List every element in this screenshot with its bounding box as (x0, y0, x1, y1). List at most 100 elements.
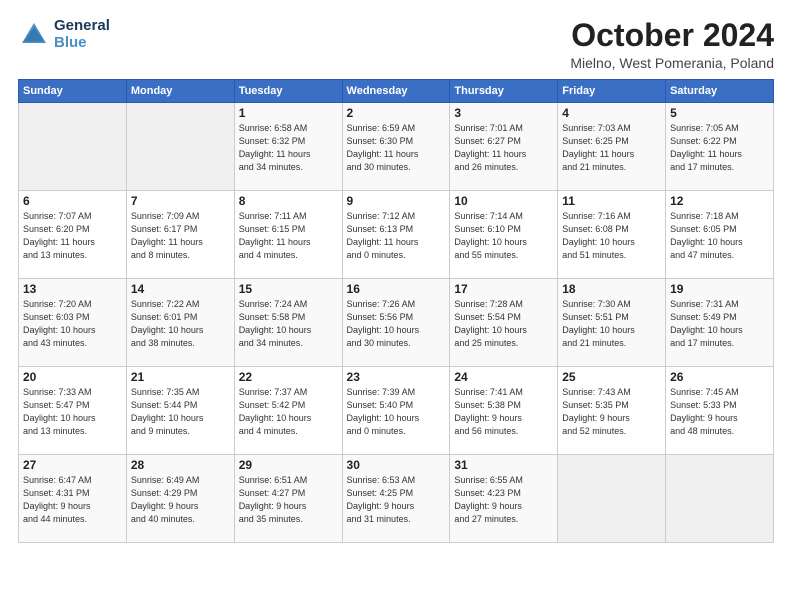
day-info: Sunrise: 7:12 AM Sunset: 6:13 PM Dayligh… (347, 210, 446, 262)
logo-icon (18, 19, 50, 51)
day-info: Sunrise: 7:45 AM Sunset: 5:33 PM Dayligh… (670, 386, 769, 438)
day-info: Sunrise: 7:07 AM Sunset: 6:20 PM Dayligh… (23, 210, 122, 262)
header-cell-tuesday: Tuesday (234, 80, 342, 103)
day-number: 1 (239, 106, 338, 120)
day-cell: 13 Sunrise: 7:20 AM Sunset: 6:03 PM Dayli… (19, 279, 127, 367)
day-info: Sunrise: 6:49 AM Sunset: 4:29 PM Dayligh… (131, 474, 230, 526)
day-info: Sunrise: 6:47 AM Sunset: 4:31 PM Dayligh… (23, 474, 122, 526)
day-number: 24 (454, 370, 553, 384)
day-cell: 26 Sunrise: 7:45 AM Sunset: 5:33 PM Dayli… (666, 367, 774, 455)
day-cell: 5Sunrise: 7:05 AM Sunset: 6:22 PM Daylig… (666, 103, 774, 191)
day-number: 18 (562, 282, 661, 296)
day-number: 4 (562, 106, 661, 120)
day-info: Sunrise: 6:53 AM Sunset: 4:25 PM Dayligh… (347, 474, 446, 526)
day-number: 23 (347, 370, 446, 384)
day-cell (126, 103, 234, 191)
day-info: Sunrise: 6:58 AM Sunset: 6:32 PM Dayligh… (239, 122, 338, 174)
day-info: Sunrise: 6:59 AM Sunset: 6:30 PM Dayligh… (347, 122, 446, 174)
day-number: 22 (239, 370, 338, 384)
day-number: 13 (23, 282, 122, 296)
day-number: 15 (239, 282, 338, 296)
day-number: 16 (347, 282, 446, 296)
day-info: Sunrise: 7:39 AM Sunset: 5:40 PM Dayligh… (347, 386, 446, 438)
day-cell: 25 Sunrise: 7:43 AM Sunset: 5:35 PM Dayli… (558, 367, 666, 455)
day-info: Sunrise: 7:09 AM Sunset: 6:17 PM Dayligh… (131, 210, 230, 262)
calendar-table: SundayMondayTuesdayWednesdayThursdayFrid… (18, 79, 774, 543)
day-info: Sunrise: 7:11 AM Sunset: 6:15 PM Dayligh… (239, 210, 338, 262)
header: General Blue October 2024 Mielno, West P… (18, 18, 774, 71)
day-cell: 23 Sunrise: 7:39 AM Sunset: 5:40 PM Dayli… (342, 367, 450, 455)
week-row-5: 27 Sunrise: 6:47 AM Sunset: 4:31 PM Dayli… (19, 455, 774, 543)
day-cell: 9 Sunrise: 7:12 AM Sunset: 6:13 PM Daylig… (342, 191, 450, 279)
header-cell-saturday: Saturday (666, 80, 774, 103)
day-info: Sunrise: 7:20 AM Sunset: 6:03 PM Dayligh… (23, 298, 122, 350)
day-cell: 1 Sunrise: 6:58 AM Sunset: 6:32 PM Daylig… (234, 103, 342, 191)
day-cell: 11 Sunrise: 7:16 AM Sunset: 6:08 PM Dayli… (558, 191, 666, 279)
day-number: 11 (562, 194, 661, 208)
day-cell: 6 Sunrise: 7:07 AM Sunset: 6:20 PM Daylig… (19, 191, 127, 279)
day-cell (666, 455, 774, 543)
day-cell: 28Sunrise: 6:49 AM Sunset: 4:29 PM Dayli… (126, 455, 234, 543)
header-cell-wednesday: Wednesday (342, 80, 450, 103)
day-info: Sunrise: 7:01 AM Sunset: 6:27 PM Dayligh… (454, 122, 553, 174)
day-info: Sunrise: 6:55 AM Sunset: 4:23 PM Dayligh… (454, 474, 553, 526)
logo: General Blue (18, 18, 110, 51)
day-cell: 16 Sunrise: 7:26 AM Sunset: 5:56 PM Dayli… (342, 279, 450, 367)
day-number: 20 (23, 370, 122, 384)
day-number: 9 (347, 194, 446, 208)
day-info: Sunrise: 7:22 AM Sunset: 6:01 PM Dayligh… (131, 298, 230, 350)
main-title: October 2024 (570, 18, 774, 53)
day-number: 27 (23, 458, 122, 472)
day-cell: 27 Sunrise: 6:47 AM Sunset: 4:31 PM Dayli… (19, 455, 127, 543)
day-info: Sunrise: 7:35 AM Sunset: 5:44 PM Dayligh… (131, 386, 230, 438)
day-info: Sunrise: 7:26 AM Sunset: 5:56 PM Dayligh… (347, 298, 446, 350)
day-number: 26 (670, 370, 769, 384)
day-number: 21 (131, 370, 230, 384)
day-number: 6 (23, 194, 122, 208)
day-cell: 31 Sunrise: 6:55 AM Sunset: 4:23 PM Dayli… (450, 455, 558, 543)
day-number: 29 (239, 458, 338, 472)
day-number: 30 (347, 458, 446, 472)
day-cell: 10Sunrise: 7:14 AM Sunset: 6:10 PM Dayli… (450, 191, 558, 279)
title-block: October 2024 Mielno, West Pomerania, Pol… (570, 18, 774, 71)
day-cell: 2 Sunrise: 6:59 AM Sunset: 6:30 PM Daylig… (342, 103, 450, 191)
day-info: Sunrise: 7:03 AM Sunset: 6:25 PM Dayligh… (562, 122, 661, 174)
header-cell-friday: Friday (558, 80, 666, 103)
day-number: 2 (347, 106, 446, 120)
week-row-3: 13 Sunrise: 7:20 AM Sunset: 6:03 PM Dayli… (19, 279, 774, 367)
page: General Blue October 2024 Mielno, West P… (0, 0, 792, 612)
day-info: Sunrise: 7:43 AM Sunset: 5:35 PM Dayligh… (562, 386, 661, 438)
day-info: Sunrise: 7:41 AM Sunset: 5:38 PM Dayligh… (454, 386, 553, 438)
day-info: Sunrise: 7:16 AM Sunset: 6:08 PM Dayligh… (562, 210, 661, 262)
logo-line1: General (54, 18, 110, 35)
subtitle: Mielno, West Pomerania, Poland (570, 55, 774, 71)
day-cell: 19Sunrise: 7:31 AM Sunset: 5:49 PM Dayli… (666, 279, 774, 367)
day-number: 3 (454, 106, 553, 120)
calendar-body: 1 Sunrise: 6:58 AM Sunset: 6:32 PM Daylig… (19, 103, 774, 543)
day-number: 8 (239, 194, 338, 208)
logo-line2: Blue (54, 35, 110, 52)
day-cell: 7Sunrise: 7:09 AM Sunset: 6:17 PM Daylig… (126, 191, 234, 279)
day-cell: 21 Sunrise: 7:35 AM Sunset: 5:44 PM Dayli… (126, 367, 234, 455)
day-cell: 4 Sunrise: 7:03 AM Sunset: 6:25 PM Daylig… (558, 103, 666, 191)
week-row-1: 1 Sunrise: 6:58 AM Sunset: 6:32 PM Daylig… (19, 103, 774, 191)
day-info: Sunrise: 7:28 AM Sunset: 5:54 PM Dayligh… (454, 298, 553, 350)
day-cell: 22 Sunrise: 7:37 AM Sunset: 5:42 PM Dayli… (234, 367, 342, 455)
day-info: Sunrise: 7:37 AM Sunset: 5:42 PM Dayligh… (239, 386, 338, 438)
day-cell: 12Sunrise: 7:18 AM Sunset: 6:05 PM Dayli… (666, 191, 774, 279)
day-cell: 30 Sunrise: 6:53 AM Sunset: 4:25 PM Dayli… (342, 455, 450, 543)
header-cell-thursday: Thursday (450, 80, 558, 103)
day-cell (558, 455, 666, 543)
day-info: Sunrise: 6:51 AM Sunset: 4:27 PM Dayligh… (239, 474, 338, 526)
day-number: 10 (454, 194, 553, 208)
day-number: 31 (454, 458, 553, 472)
day-number: 25 (562, 370, 661, 384)
day-number: 17 (454, 282, 553, 296)
day-number: 14 (131, 282, 230, 296)
day-cell: 20Sunrise: 7:33 AM Sunset: 5:47 PM Dayli… (19, 367, 127, 455)
header-cell-monday: Monday (126, 80, 234, 103)
day-info: Sunrise: 7:24 AM Sunset: 5:58 PM Dayligh… (239, 298, 338, 350)
day-info: Sunrise: 7:31 AM Sunset: 5:49 PM Dayligh… (670, 298, 769, 350)
calendar-header: SundayMondayTuesdayWednesdayThursdayFrid… (19, 80, 774, 103)
day-cell: 17 Sunrise: 7:28 AM Sunset: 5:54 PM Dayli… (450, 279, 558, 367)
